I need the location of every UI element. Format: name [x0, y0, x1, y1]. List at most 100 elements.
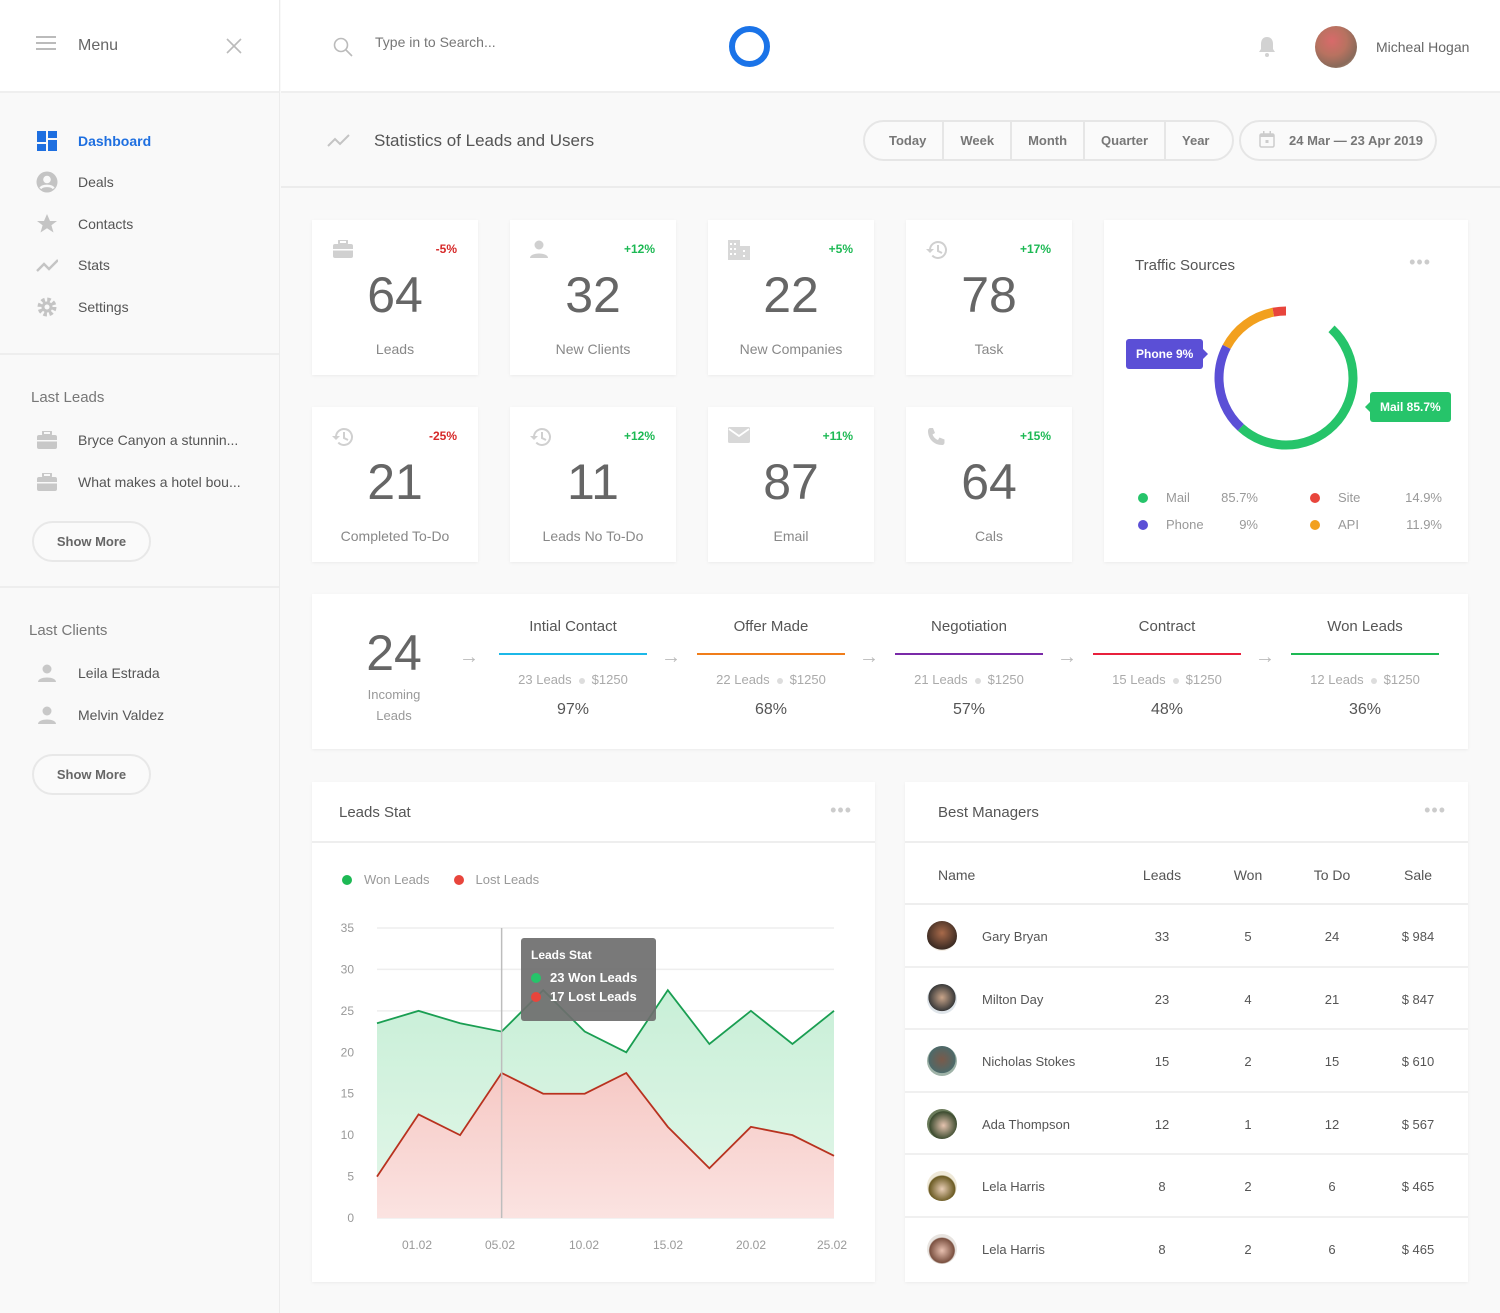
period-year-button[interactable]: Year — [1166, 122, 1231, 159]
stat-label: Completed To-Do — [340, 528, 450, 544]
stat-card-leads-no-to-do[interactable]: +12% 11 Leads No To-Do — [510, 407, 676, 562]
show-more-leads-button[interactable]: Show More — [32, 520, 151, 562]
table-row[interactable]: Gary Bryan 33 5 24 $ 984 — [905, 905, 1468, 968]
hamburger-icon[interactable] — [36, 36, 56, 55]
person-icon — [36, 706, 58, 724]
lead-item[interactable]: What makes a hotel bou... — [0, 461, 279, 503]
x-tick-label: 25.02 — [817, 1238, 847, 1252]
stat-value: 64 — [367, 267, 423, 323]
stat-change: -25% — [428, 429, 457, 443]
column-header-leads[interactable]: Leads — [1125, 867, 1199, 883]
stat-card-email[interactable]: +11% 87 Email — [708, 407, 874, 562]
manager-won: 4 — [1244, 991, 1252, 1007]
leads-stat-card: Leads Stat ••• Won Leads Lost Leads 0 5 10… — [312, 782, 875, 1282]
legend-item-phone: Phone 9% — [1138, 517, 1258, 532]
more-options-icon[interactable]: ••• — [1424, 800, 1446, 821]
manager-leads: 15 — [1154, 1054, 1170, 1069]
arrow-right-icon: → — [1255, 646, 1275, 668]
stat-change: +12% — [623, 429, 655, 443]
close-icon[interactable] — [226, 38, 242, 59]
traffic-donut-chart — [1214, 306, 1358, 450]
stage-percent: 68% — [754, 701, 788, 718]
date-range-picker[interactable]: 24 Mar — 23 Apr 2019 — [1239, 120, 1437, 161]
period-today-button[interactable]: Today — [865, 122, 945, 159]
pipeline-stage-intial-contact[interactable]: Intial Contact 23 Leads $1250 97% — [499, 618, 647, 719]
menu-label: Menu — [78, 36, 119, 54]
incoming-value: 24 — [366, 625, 422, 681]
page-title: Statistics of Leads and Users — [374, 131, 595, 150]
table-row[interactable]: Lela Harris 8 2 6 $ 465 — [905, 1155, 1468, 1218]
stat-change: +12% — [623, 242, 655, 256]
briefcase-icon — [332, 239, 354, 263]
calendar-icon — [1259, 130, 1275, 151]
search-input[interactable] — [375, 34, 675, 50]
lead-item[interactable]: Bryce Canyon a stunnin... — [0, 420, 279, 462]
arrow-right-icon: → — [459, 646, 479, 668]
mail-callout: Mail 85.7% — [1365, 392, 1451, 422]
section-title: Last Leads — [31, 388, 105, 406]
stat-card-leads[interactable]: -5% 64 Leads — [312, 220, 478, 375]
client-item[interactable]: Leila Estrada — [0, 653, 279, 695]
stat-card-completed-to-do[interactable]: -25% 21 Completed To-Do — [312, 407, 478, 562]
manager-name: Ada Thompson — [982, 1116, 1070, 1132]
column-header-name[interactable]: Name — [938, 867, 975, 883]
sidebar-item-stats[interactable]: Stats — [0, 245, 279, 287]
phone-callout: Phone 9% — [1126, 339, 1209, 369]
arrow-right-icon: → — [1057, 646, 1077, 668]
client-item[interactable]: Melvin Valdez — [0, 694, 279, 736]
sidebar-item-settings[interactable]: Settings — [0, 286, 279, 328]
table-row[interactable]: Ada Thompson 12 1 12 $ 567 — [905, 1093, 1468, 1155]
show-more-clients-button[interactable]: Show More — [32, 753, 151, 795]
period-month-button[interactable]: Month — [1012, 122, 1086, 159]
sidebar-item-deals[interactable]: Deals — [0, 162, 279, 204]
pipeline-stage-contract[interactable]: Contract 15 Leads $1250 48% — [1093, 618, 1241, 719]
bell-icon[interactable] — [1257, 35, 1277, 62]
user-name[interactable]: Micheal Hogan — [1376, 39, 1469, 55]
client-name: Melvin Valdez — [78, 706, 165, 723]
manager-avatar — [927, 983, 957, 1014]
stat-card-task[interactable]: +17% 78 Task — [906, 220, 1072, 375]
pipeline-stage-offer-made[interactable]: Offer Made 22 Leads $1250 68% — [697, 618, 845, 719]
table-row[interactable]: Nicholas Stokes 15 2 15 $ 610 — [905, 1030, 1468, 1093]
manager-avatar — [927, 1171, 957, 1201]
y-tick-label: 15 — [341, 1087, 355, 1101]
logo[interactable] — [729, 26, 770, 67]
stat-card-cals[interactable]: +15% 64 Cals — [906, 407, 1072, 562]
manager-leads: 23 — [1154, 991, 1170, 1007]
column-header-won[interactable]: Won — [1215, 867, 1281, 883]
period-quarter-button[interactable]: Quarter — [1085, 122, 1167, 159]
manager-todo: 6 — [1328, 1241, 1336, 1257]
nav-label: Contacts — [78, 215, 134, 232]
stat-card-new-companies[interactable]: +5% 22 New Companies — [708, 220, 874, 375]
column-header-sale[interactable]: Sale — [1383, 867, 1453, 883]
stage-percent: 48% — [1150, 701, 1184, 718]
stat-label: New Clients — [555, 341, 631, 357]
pipeline-stage-negotiation[interactable]: Negotiation 21 Leads $1250 57% — [895, 618, 1043, 719]
page-header: Statistics of Leads and Users Today Week… — [281, 95, 1500, 188]
period-week-button[interactable]: Week — [944, 122, 1013, 159]
user-avatar[interactable] — [1315, 26, 1357, 68]
stage-name: Contract — [1138, 618, 1196, 635]
more-options-icon[interactable]: ••• — [1409, 252, 1431, 273]
manager-sale: $ 610 — [1401, 1054, 1435, 1069]
manager-name: Nicholas Stokes — [982, 1054, 1076, 1069]
leads-area-chart[interactable]: 0 5 10 15 20 25 30 35 01.02 05.02 10.02 15.02 20.02 2… — [312, 782, 875, 1282]
sidebar-item-dashboard[interactable]: Dashboard — [0, 120, 279, 162]
search-icon[interactable] — [333, 37, 353, 62]
tooltip-title: Leads Stat — [531, 948, 592, 962]
x-tick-label: 05.02 — [485, 1238, 515, 1252]
sidebar-item-contacts[interactable]: Contacts — [0, 203, 279, 245]
table-row[interactable]: Milton Day 23 4 21 $ 847 — [905, 968, 1468, 1030]
stage-name: Won Leads — [1327, 618, 1403, 635]
manager-won: 2 — [1244, 1054, 1252, 1069]
stage-meta: 22 Leads $1250 — [716, 672, 826, 687]
table-row[interactable]: Lela Harris 8 2 6 $ 465 — [905, 1218, 1468, 1281]
star-icon — [36, 213, 58, 235]
stat-card-new-clients[interactable]: +12% 32 New Clients — [510, 220, 676, 375]
stat-change: -5% — [435, 242, 457, 256]
stage-bar — [499, 653, 647, 655]
column-header-todo[interactable]: To Do — [1295, 867, 1369, 883]
stage-bar — [697, 653, 845, 655]
pipeline-stage-won-leads[interactable]: Won Leads 12 Leads $1250 36% — [1291, 618, 1439, 719]
tooltip-won: 23 Won Leads — [531, 970, 646, 985]
